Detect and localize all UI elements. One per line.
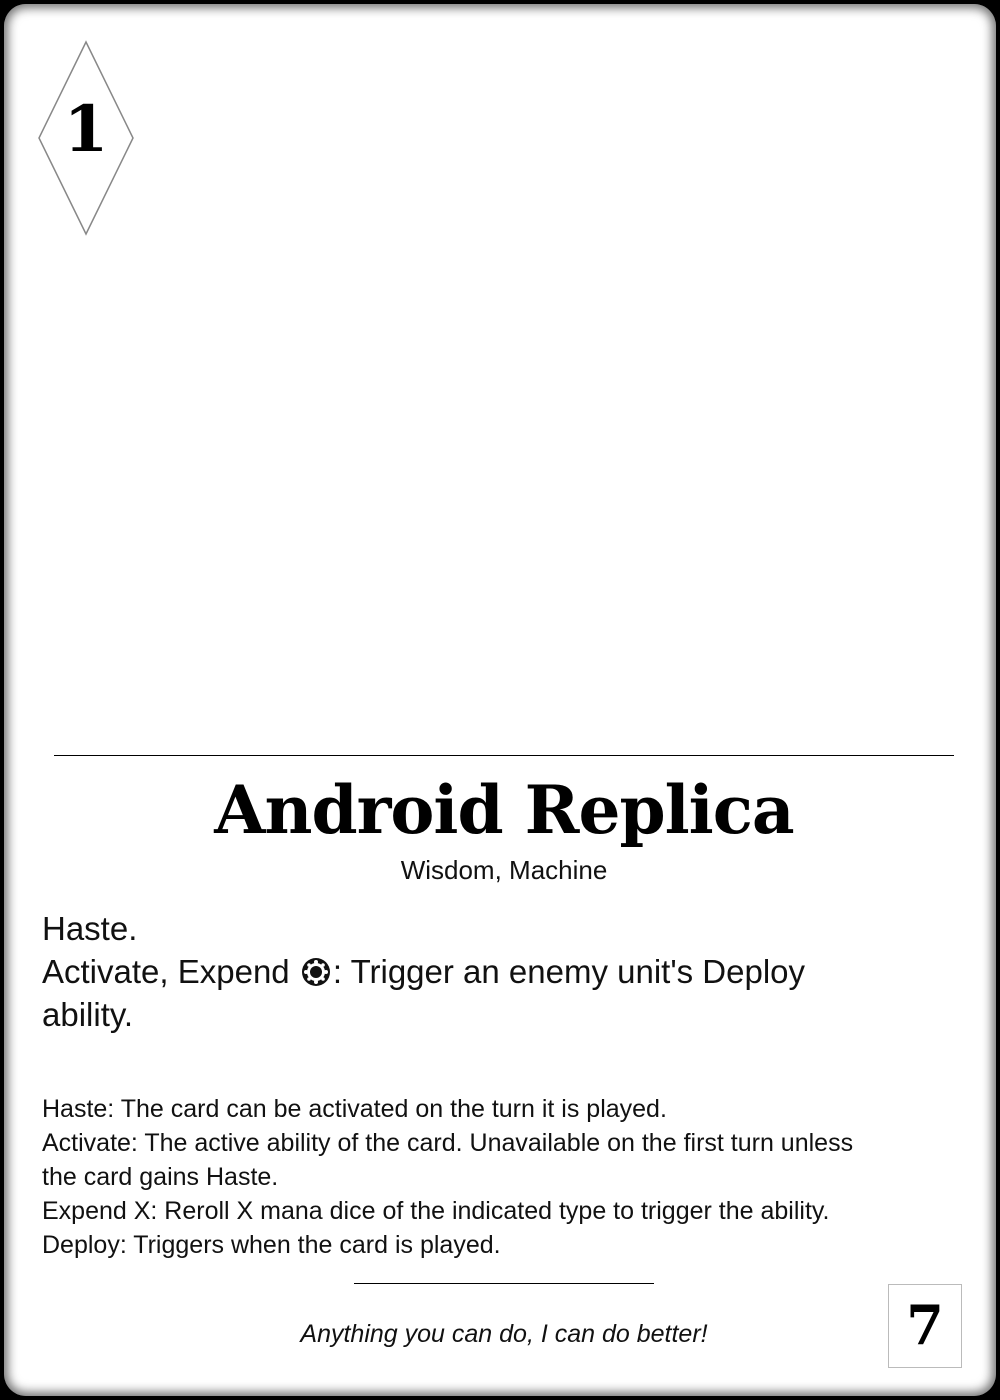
divider-top: [54, 755, 954, 756]
glossary-expend: Expend X: Reroll X mana dice of the indi…: [42, 1197, 830, 1225]
power-box: 7: [888, 1284, 962, 1368]
power-value: 7: [906, 1293, 944, 1357]
glossary-haste: Haste: The card can be activated on the …: [42, 1095, 667, 1123]
ability-line-haste: Haste.: [42, 910, 138, 947]
glossary-activate: Activate: The active ability of the card…: [42, 1129, 854, 1157]
ability-activate-prefix: Activate, Expend: [42, 953, 290, 990]
card-frame: 1 Android Replica Wisdom, Machine Haste.…: [0, 0, 1000, 1400]
wisdom-mana-icon: [301, 954, 331, 986]
card-name: Android Replica: [214, 771, 794, 849]
ability-text: Haste. Activate, Expend: Trigger an ene…: [42, 907, 942, 1036]
cost-value: 1: [63, 92, 109, 167]
divider-bottom: [354, 1283, 654, 1284]
ability-line-activate: Activate, Expend : Trigger an enemy unit…: [42, 950, 942, 993]
ability-line-continued: ability.: [42, 996, 134, 1033]
glossary-deploy: Deploy: Triggers when the card is played…: [42, 1231, 501, 1259]
flavor-text: Anything you can do, I can do better!: [300, 1320, 708, 1348]
cost-diamond: 1: [37, 40, 135, 236]
card-types: Wisdom, Machine: [400, 855, 608, 885]
ability-activate-suffix: : Trigger an enemy unit's Deploy: [332, 953, 806, 990]
keyword-glossary: Haste: The card can be activated on the …: [42, 1092, 967, 1262]
glossary-activate-continued: the card gains Haste.: [42, 1163, 279, 1191]
card-face: 1 Android Replica Wisdom, Machine Haste.…: [4, 4, 996, 1396]
